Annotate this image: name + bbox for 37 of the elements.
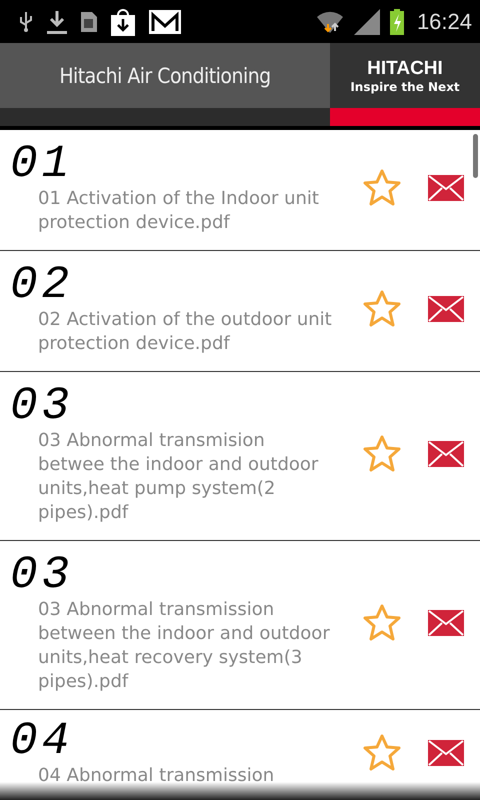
document-title: 03 Abnormal transmission between the indoor and outdoor units,heat recovery system(3 pipes).pdf <box>38 598 331 694</box>
usb-icon <box>18 10 34 32</box>
document-item[interactable]: 03 03 Abnormal transmission between the indoor and outdoor units,heat recovery system(3 pipes).pdf <box>0 541 480 710</box>
document-item[interactable]: 03 03 Abnormal transmision betwee the indoor and outdoor units,heat pump system(2 pipes).pdf <box>0 372 480 541</box>
document-title: 04 Abnormal transmission <box>38 764 276 788</box>
star-icon[interactable] <box>362 168 402 208</box>
envelope-icon[interactable] <box>428 175 464 201</box>
document-number: 03 <box>10 383 74 429</box>
logo-tagline: Inspire the Next <box>350 80 460 94</box>
document-number: 04 <box>10 718 74 764</box>
document-item[interactable]: 01 01 Activation of the Indoor unit protection device.pdf <box>0 130 480 251</box>
status-time: 16:24 <box>416 8 472 34</box>
document-number: 01 <box>10 141 74 187</box>
star-icon[interactable] <box>362 434 402 474</box>
document-title: 03 Abnormal transmision betwee the indoor and outdoor units,heat pump system(2 pipes).pdf <box>38 429 320 525</box>
battery-charging-icon <box>388 8 405 36</box>
sim-card-icon <box>80 10 98 32</box>
signal-icon <box>352 8 381 36</box>
mail-icon <box>148 8 182 34</box>
store-download-icon <box>110 6 136 36</box>
envelope-icon[interactable] <box>428 740 464 766</box>
download-icon <box>46 8 68 34</box>
scrollbar <box>473 134 478 178</box>
star-icon[interactable] <box>362 733 402 773</box>
document-item[interactable]: 02 02 Activation of the outdoor unit protection device.pdf <box>0 251 480 372</box>
envelope-icon[interactable] <box>428 296 464 322</box>
document-item[interactable]: 04 04 Abnormal transmission <box>0 710 480 800</box>
app-title: Hitachi Air Conditioning <box>59 64 271 88</box>
envelope-icon[interactable] <box>428 610 464 636</box>
logo-brand: HITACHI <box>367 58 443 80</box>
document-title: 01 Activation of the Indoor unit protection device.pdf <box>38 187 320 235</box>
star-icon[interactable] <box>362 289 402 329</box>
document-number: 02 <box>10 262 74 308</box>
star-icon[interactable] <box>362 603 402 643</box>
document-title: 02 Activation of the outdoor unit protection device.pdf <box>38 308 333 356</box>
document-number: 03 <box>10 552 74 598</box>
envelope-icon[interactable] <box>428 441 464 467</box>
